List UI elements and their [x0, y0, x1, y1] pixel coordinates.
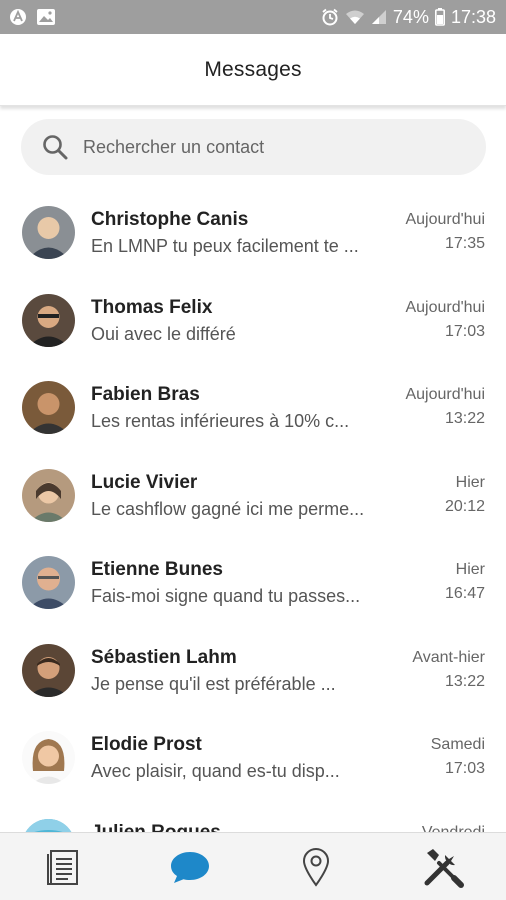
- app-notification-icon: [8, 7, 28, 27]
- image-notification-icon: [36, 8, 56, 26]
- search-placeholder: Rechercher un contact: [83, 136, 265, 157]
- signal-icon: [371, 9, 387, 25]
- avatar: [22, 293, 75, 347]
- nav-tools-button[interactable]: [403, 837, 483, 897]
- search-icon: [41, 133, 69, 161]
- message-time: 17:35: [444, 235, 485, 252]
- message-day: Hier: [455, 473, 485, 491]
- tools-icon: [421, 845, 465, 889]
- bottom-navigation: [0, 832, 506, 900]
- status-left: [8, 7, 56, 27]
- conversation-list[interactable]: Christophe Canis En LMNP tu peux facilem…: [0, 189, 506, 832]
- clock: 17:38: [450, 6, 496, 27]
- message-time: 16:47: [444, 585, 485, 602]
- page-title: Messages: [204, 57, 302, 81]
- contact-name: Thomas Felix: [91, 296, 213, 318]
- message-day: Avant-hier: [412, 648, 485, 666]
- message-day: Aujourd'hui: [405, 386, 485, 403]
- document-list-icon: [46, 848, 80, 886]
- message-preview: Fais-moi signe quand tu passes...: [91, 586, 361, 606]
- message-day: Hier: [455, 561, 485, 578]
- message-time: 17:03: [444, 760, 485, 777]
- contact-name: Christophe Canis: [91, 209, 249, 230]
- conversation-row[interactable]: Elodie Prost Avec plaisir, quand es-tu d…: [0, 714, 506, 802]
- message-time: 13:22: [444, 410, 485, 427]
- avatar: [22, 381, 75, 434]
- search-input[interactable]: Rechercher un contact: [21, 119, 486, 175]
- message-day: Samedi: [430, 736, 485, 753]
- avatar: [22, 556, 75, 609]
- contact-name: Elodie Prost: [91, 734, 202, 755]
- location-pin-icon: [301, 847, 331, 887]
- avatar: [22, 206, 75, 259]
- status-bar: 74% 17:38: [0, 0, 506, 34]
- message-preview: Avec plaisir, quand es-tu disp...: [91, 761, 340, 781]
- nav-messages-button[interactable]: [150, 837, 230, 897]
- message-time: 20:12: [444, 497, 485, 515]
- avatar: [22, 818, 75, 832]
- avatar: [22, 468, 75, 522]
- contact-name: Fabien Bras: [91, 384, 200, 405]
- nav-map-button[interactable]: [276, 837, 356, 897]
- message-day: Aujourd'hui: [405, 298, 485, 316]
- chat-bubble-icon: [168, 849, 212, 885]
- battery-icon: [434, 8, 445, 26]
- conversation-row[interactable]: Fabien Bras Les rentas inférieures à 10%…: [0, 364, 506, 452]
- status-right: 74% 17:38: [321, 7, 496, 28]
- message-preview: Le cashflow gagné ici me perme...: [91, 498, 365, 519]
- app-header: Messages: [0, 34, 506, 106]
- avatar: [22, 643, 75, 697]
- avatar: [22, 731, 75, 784]
- wifi-icon: [345, 9, 365, 25]
- message-time: 17:03: [444, 322, 485, 340]
- conversation-row[interactable]: Christophe Canis En LMNP tu peux facilem…: [0, 189, 506, 277]
- alarm-icon: [321, 8, 339, 26]
- conversation-row[interactable]: Lucie Vivier Le cashflow gagné ici me pe…: [0, 452, 506, 540]
- message-preview: Je pense qu'il est préférable ...: [91, 673, 336, 694]
- message-day: Vendredi: [421, 823, 485, 833]
- contact-name: Sébastien Lahm: [91, 646, 237, 668]
- contact-name: Julien Roques: [91, 821, 221, 833]
- conversation-row[interactable]: Etienne Bunes Fais-moi signe quand tu pa…: [0, 539, 506, 627]
- message-preview: Les rentas inférieures à 10% c...: [91, 411, 350, 431]
- message-day: Aujourd'hui: [405, 211, 485, 228]
- conversation-row[interactable]: Thomas Felix Oui avec le différé Aujourd…: [0, 277, 506, 365]
- battery-percent: 74%: [392, 6, 429, 27]
- message-time: 13:22: [444, 672, 485, 690]
- message-preview: En LMNP tu peux facilement te ...: [91, 236, 359, 256]
- nav-documents-button[interactable]: [23, 837, 103, 897]
- contact-name: Lucie Vivier: [91, 471, 198, 493]
- conversation-row[interactable]: Sébastien Lahm Je pense qu'il est préfér…: [0, 627, 506, 715]
- contact-name: Etienne Bunes: [91, 559, 223, 580]
- conversation-row[interactable]: Julien Roques Vendredi: [0, 802, 506, 833]
- message-preview: Oui avec le différé: [91, 323, 236, 344]
